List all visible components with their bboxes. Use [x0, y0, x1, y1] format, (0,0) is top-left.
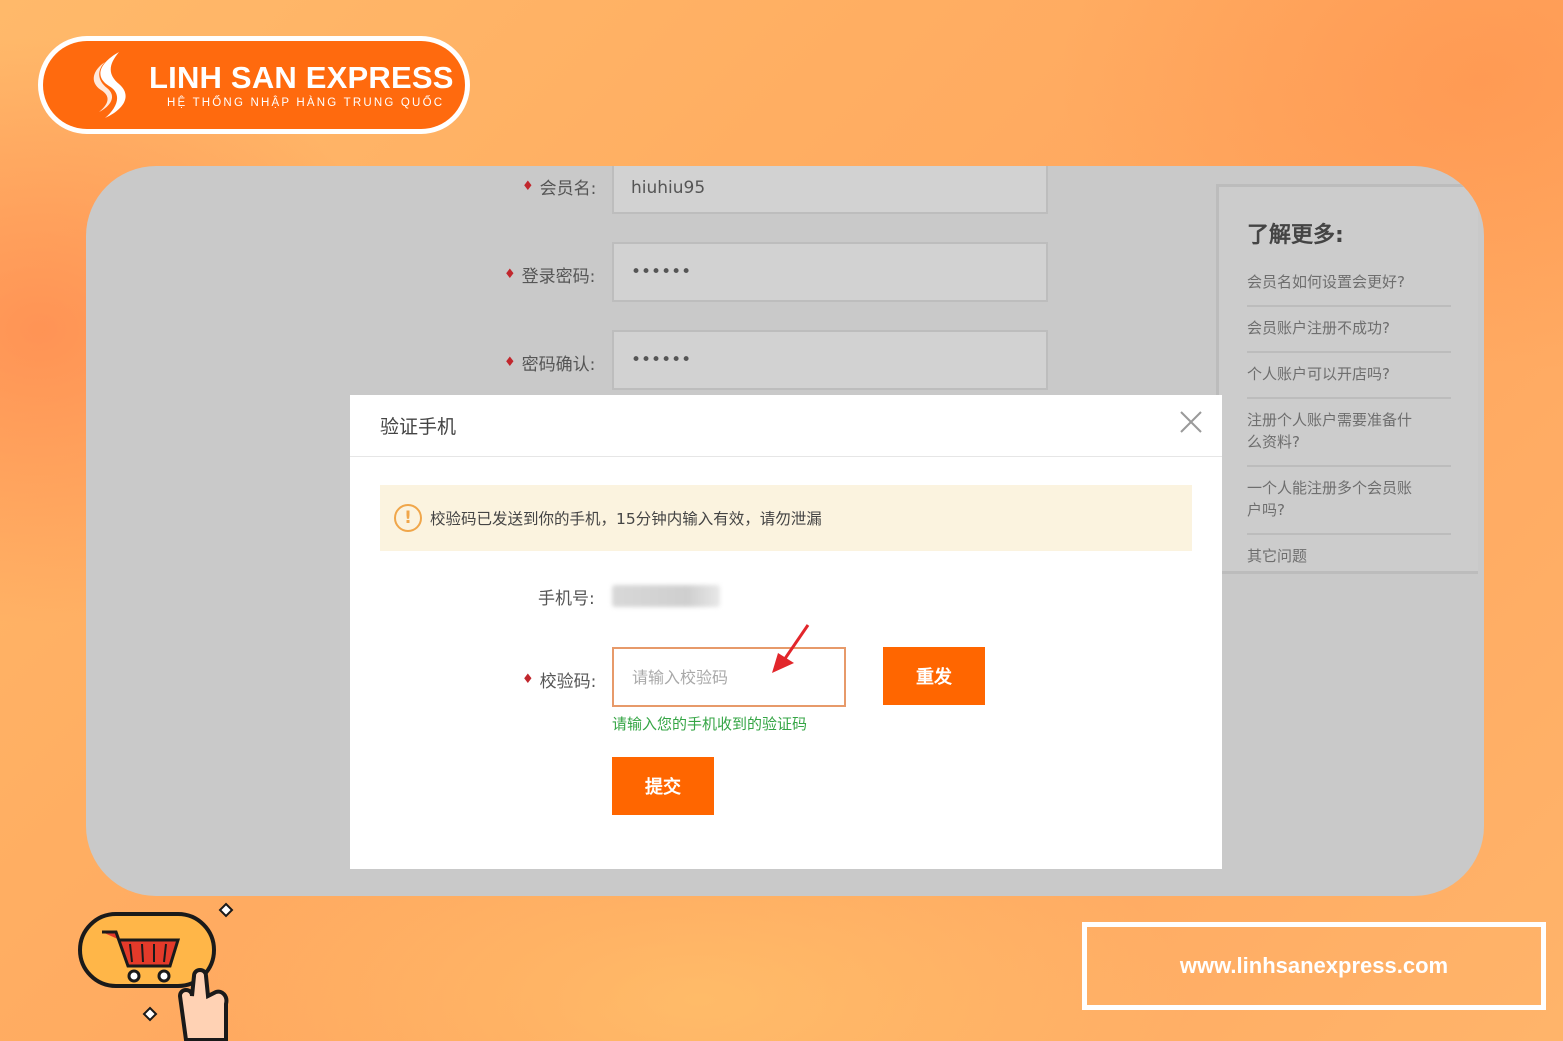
phone-label: 手机号: [538, 589, 595, 609]
password-value: •••••• [631, 262, 692, 282]
verify-phone-dialog: 验证手机 ! 校验码已发送到你的手机，15分钟内输入有效，请勿泄漏 手机号: ♦… [350, 395, 1222, 869]
learn-more-link[interactable]: 会员名如何设置会更好? [1247, 261, 1451, 307]
member-name-label-row: ♦ 会员名: [522, 174, 596, 199]
learn-more-link[interactable]: 一个人能注册多个会员账户吗? [1247, 467, 1451, 535]
learn-more-panel: 了解更多: 会员名如何设置会更好? 会员账户注册不成功? 个人账户可以开店吗? … [1216, 184, 1478, 574]
phone-number-blurred [612, 585, 720, 607]
website-url: www.linhsanexpress.com [1179, 953, 1449, 978]
member-name-label: 会员名: [539, 179, 597, 199]
warning-icon: ! [394, 504, 422, 532]
learn-more-link[interactable]: 个人账户可以开店吗? [1247, 353, 1451, 399]
dialog-title: 验证手机 [380, 416, 457, 438]
logo-swoosh-icon [93, 52, 126, 118]
dialog-header: 验证手机 [350, 395, 1222, 457]
password-confirm-label: 密码确认: [521, 355, 596, 375]
learn-more-title: 了解更多: [1247, 223, 1344, 248]
password-label-row: ♦ 登录密码: [504, 262, 595, 287]
code-label-row: ♦ 校验码: [522, 667, 596, 692]
password-confirm-label-row: ♦ 密码确认: [504, 350, 595, 375]
learn-more-link[interactable]: 其它问题 [1247, 535, 1451, 579]
learn-more-link[interactable]: 注册个人账户需要准备什么资料? [1247, 399, 1451, 467]
code-label: 校验码: [539, 672, 597, 692]
required-mark: ♦ [522, 672, 534, 687]
resend-button[interactable]: 重发 [883, 647, 985, 705]
required-mark: ♦ [522, 179, 534, 194]
password-label: 登录密码: [521, 267, 596, 287]
brand-logo: LINH SAN EXPRESS HỆ THỐNG NHẬP HÀNG TRUN… [38, 36, 470, 134]
required-mark: ♦ [504, 355, 516, 370]
required-mark: ♦ [504, 267, 516, 282]
website-box[interactable]: www.linhsanexpress.com [1082, 922, 1546, 1010]
shopping-cart-icon [78, 902, 234, 1041]
logo-pill: LINH SAN EXPRESS HỆ THỐNG NHẬP HÀNG TRUN… [43, 41, 465, 129]
code-hint: 请输入您的手机收到的验证码 [612, 715, 808, 733]
screenshot-card: ♦ 会员名: hiuhiu95 ♦ 登录密码: •••••• ♦ 密码确认: •… [86, 166, 1484, 896]
brand-name: LINH SAN EXPRESS [149, 60, 454, 95]
close-icon[interactable] [1178, 409, 1204, 435]
password-confirm-value: •••••• [631, 350, 692, 370]
notice-text: 校验码已发送到你的手机，15分钟内输入有效，请勿泄漏 [430, 510, 822, 528]
brand-tagline: HỆ THỐNG NHẬP HÀNG TRUNG QUỐC [167, 97, 445, 109]
password-confirm-field[interactable]: •••••• [612, 330, 1048, 390]
learn-more-link[interactable]: 会员账户注册不成功? [1247, 307, 1451, 353]
member-name-value: hiuhiu95 [631, 178, 706, 198]
member-name-field[interactable]: hiuhiu95 [612, 166, 1048, 214]
password-field[interactable]: •••••• [612, 242, 1048, 302]
red-arrow-icon [772, 624, 810, 673]
submit-button[interactable]: 提交 [612, 757, 714, 815]
notice-banner: ! 校验码已发送到你的手机，15分钟内输入有效，请勿泄漏 [380, 485, 1192, 551]
